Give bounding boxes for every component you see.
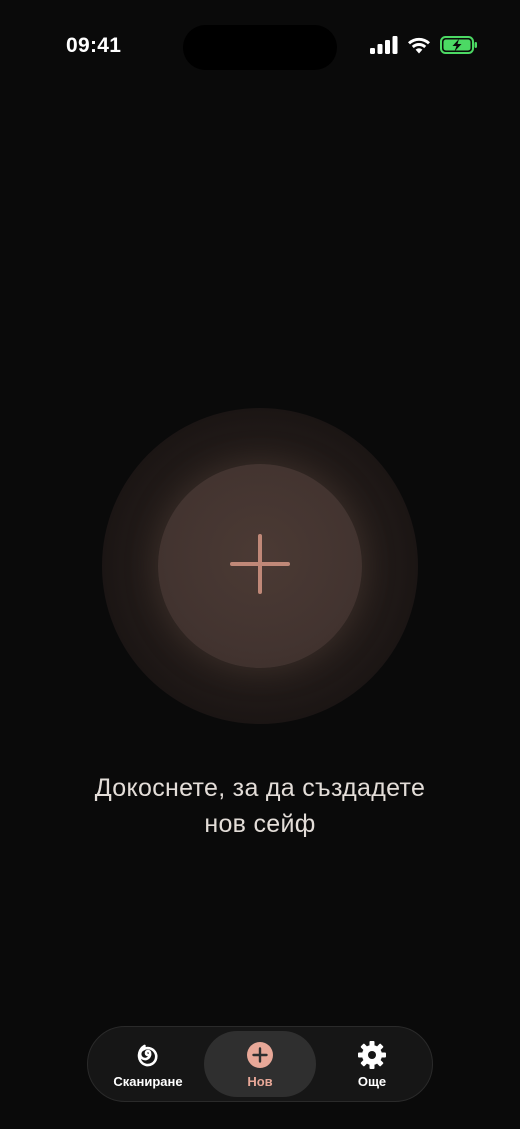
tab-new[interactable]: Нов	[204, 1031, 316, 1097]
tab-more-label: Още	[357, 1073, 387, 1089]
plus-icon	[228, 532, 292, 601]
tab-new-label: Нов	[247, 1073, 273, 1089]
status-time: 09:41	[66, 34, 122, 57]
prompt-line-2: нов сейф	[204, 810, 316, 838]
prompt-line-1: Докоснете, за да създадете	[94, 774, 426, 802]
create-vault-halo[interactable]	[102, 408, 418, 724]
plus-circle-icon	[245, 1040, 275, 1070]
tab-scan[interactable]: Сканиране	[92, 1031, 204, 1097]
wifi-icon	[407, 36, 431, 54]
status-bar: 09:41	[0, 0, 520, 96]
battery-charging-icon	[440, 36, 478, 54]
create-vault-button[interactable]	[158, 464, 362, 668]
gear-icon	[357, 1040, 387, 1070]
tab-scan-label: Сканиране	[113, 1073, 183, 1089]
tab-more[interactable]: Още	[316, 1031, 428, 1097]
cellular-signal-icon	[370, 36, 398, 54]
bottom-tab-bar: Сканиране Нов Още	[87, 1026, 433, 1102]
status-icons	[370, 36, 478, 54]
spiral-icon	[133, 1040, 163, 1070]
dynamic-island	[183, 25, 337, 70]
create-vault-prompt: Докоснете, за да създадете нов сейф	[0, 770, 520, 842]
